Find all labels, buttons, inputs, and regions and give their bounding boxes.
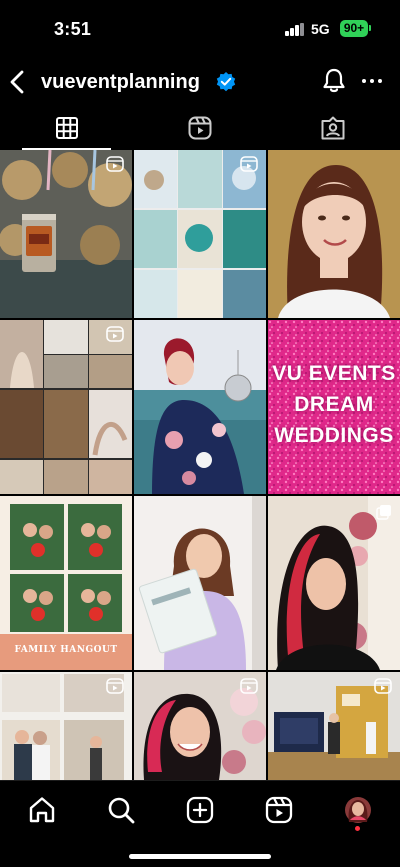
post-thumbnail[interactable] bbox=[0, 320, 132, 494]
post-image bbox=[268, 496, 400, 670]
promo-line: VU EVENTS bbox=[272, 362, 396, 385]
search-icon[interactable] bbox=[106, 795, 136, 825]
tab-tagged[interactable] bbox=[266, 106, 399, 150]
battery-indicator: 90+ bbox=[340, 20, 368, 37]
create-post-icon[interactable] bbox=[185, 795, 215, 825]
post-image bbox=[134, 496, 266, 670]
post-image bbox=[0, 320, 132, 494]
promo-text: VU EVENTS DREAM WEDDINGS bbox=[268, 358, 400, 451]
profile-header: vueventplanning bbox=[0, 58, 400, 106]
home-indicator[interactable] bbox=[129, 854, 271, 859]
battery-tip bbox=[369, 25, 371, 31]
post-thumbnail[interactable] bbox=[134, 320, 266, 494]
tab-reels[interactable] bbox=[133, 106, 266, 150]
reel-indicator-icon bbox=[240, 156, 258, 172]
post-image bbox=[0, 150, 132, 318]
status-bar: 3:51 5G 90+ bbox=[0, 0, 400, 58]
status-time: 3:51 bbox=[54, 19, 92, 39]
profile-tabs bbox=[0, 106, 400, 150]
reel-indicator-icon bbox=[106, 678, 124, 694]
post-thumbnail[interactable] bbox=[0, 150, 132, 324]
posts-grid: VU EVENTS DREAM WEDDINGS FAMILY HANGOUT bbox=[0, 150, 400, 780]
signal-icon bbox=[285, 23, 305, 36]
tab-posts-grid[interactable] bbox=[0, 106, 133, 150]
notification-bell-icon[interactable] bbox=[320, 67, 348, 95]
network-label: 5G bbox=[311, 21, 330, 37]
profile-avatar[interactable] bbox=[344, 796, 372, 824]
post-image bbox=[134, 320, 266, 494]
post-image bbox=[268, 150, 400, 318]
promo-line: WEDDINGS bbox=[274, 424, 394, 447]
carousel-indicator-icon bbox=[376, 505, 391, 520]
post-image bbox=[0, 496, 132, 670]
grid-icon bbox=[55, 117, 78, 139]
reel-indicator-icon bbox=[106, 326, 124, 342]
post-thumbnail[interactable] bbox=[268, 150, 400, 324]
post-thumbnail[interactable] bbox=[134, 496, 266, 670]
reels-icon bbox=[188, 116, 211, 140]
promo-line: DREAM bbox=[294, 393, 374, 416]
photo-strip-caption: FAMILY HANGOUT bbox=[14, 645, 118, 655]
post-image bbox=[134, 150, 266, 318]
home-icon[interactable] bbox=[27, 795, 57, 825]
profile-username: vueventplanning bbox=[41, 71, 200, 93]
reels-icon[interactable] bbox=[264, 795, 294, 825]
more-options-icon[interactable] bbox=[360, 68, 384, 94]
back-arrow-icon[interactable] bbox=[6, 66, 30, 98]
tagged-icon bbox=[321, 116, 344, 140]
profile-avatar-image bbox=[345, 797, 371, 823]
notification-dot bbox=[355, 826, 360, 831]
reel-indicator-icon bbox=[374, 678, 392, 694]
verified-badge-icon bbox=[216, 72, 236, 92]
post-thumbnail[interactable]: VU EVENTS DREAM WEDDINGS bbox=[268, 320, 400, 494]
post-thumbnail[interactable] bbox=[134, 150, 266, 324]
reel-indicator-icon bbox=[106, 156, 124, 172]
reel-indicator-icon bbox=[240, 678, 258, 694]
post-thumbnail[interactable]: FAMILY HANGOUT bbox=[0, 496, 132, 670]
post-thumbnail[interactable] bbox=[268, 496, 400, 670]
